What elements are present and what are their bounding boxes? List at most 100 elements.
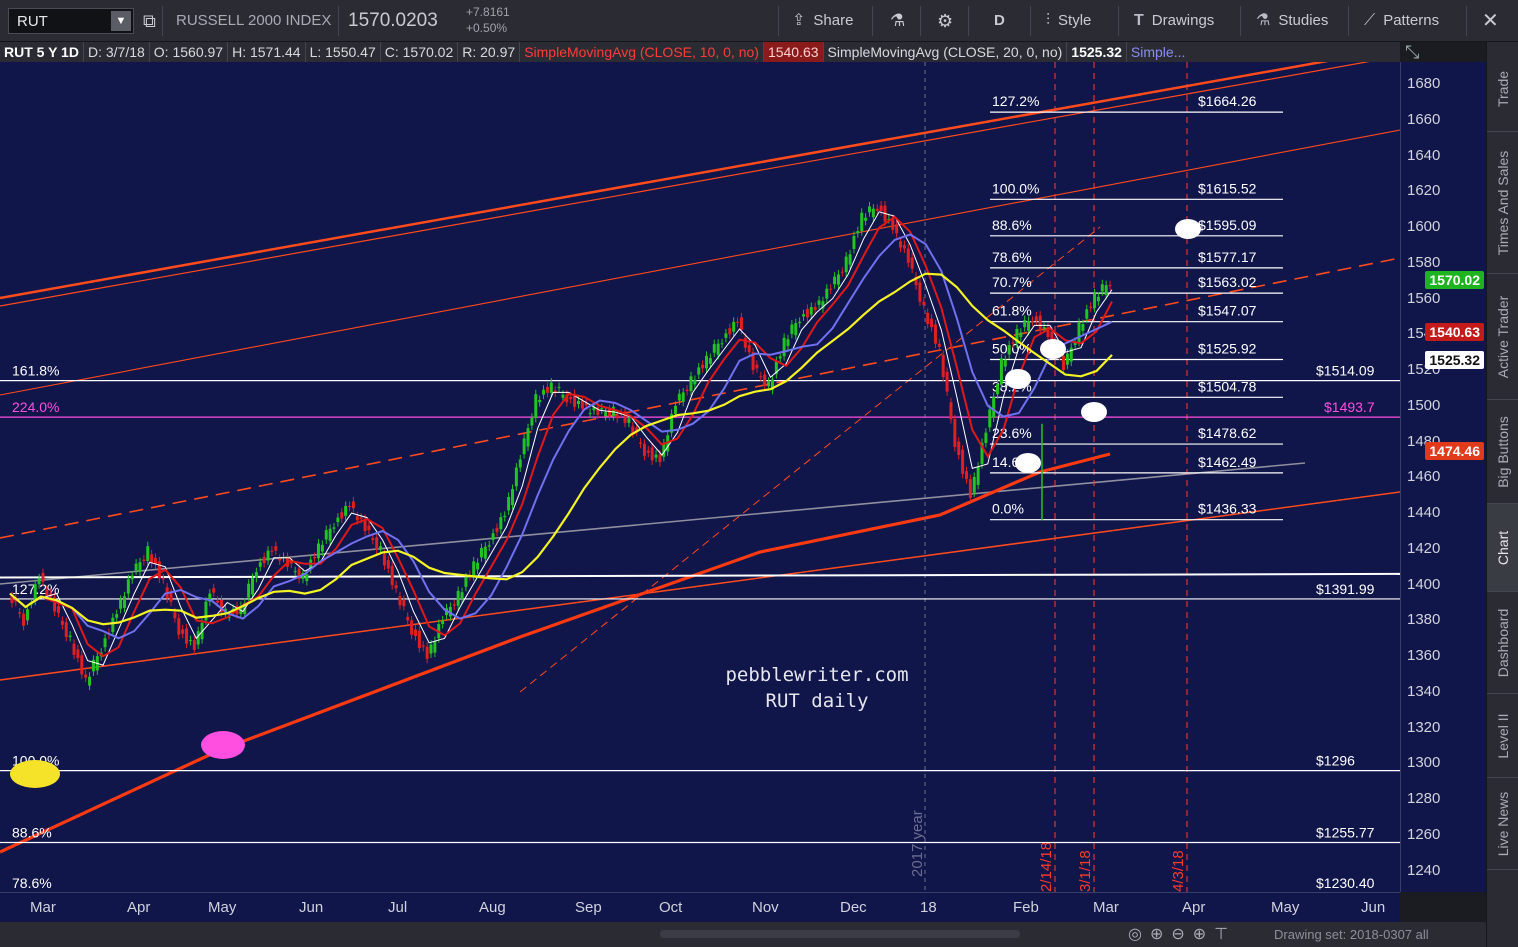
sma10-label[interactable]: SimpleMovingAvg (CLOSE, 10, 0, no)	[520, 42, 764, 62]
close-icon[interactable]: ✕	[1482, 0, 1499, 42]
candle-body	[817, 300, 821, 305]
candle-body	[805, 308, 809, 318]
sidebar-tab-label: Big Buttons	[1495, 415, 1511, 488]
candle-body	[119, 599, 123, 609]
candle-body	[545, 387, 549, 393]
time-tick-label: Jun	[299, 899, 324, 916]
candle-body	[1034, 316, 1038, 321]
candle-body	[375, 537, 379, 550]
period-button[interactable]: D	[994, 0, 1005, 42]
price-axis[interactable]: ⤡ 1680 1660 1640 1620 1600 1580 1560 1540 1520 15…	[1400, 42, 1486, 892]
candle-body	[313, 556, 317, 559]
candle-body	[328, 528, 332, 541]
candle-body	[262, 556, 266, 564]
candle-body	[895, 224, 899, 234]
sma20-label[interactable]: SimpleMovingAvg (CLOSE, 20, 0, no)	[824, 42, 1068, 62]
candle-body	[604, 412, 608, 417]
trading-app: RUT ▼ ⧉ RUSSELL 2000 INDEX 1570.0203 +7.…	[0, 0, 1518, 947]
share-button[interactable]: ⇪ Share	[792, 0, 853, 42]
sidebar-tab-level-ii[interactable]: Level II	[1487, 694, 1518, 778]
sidebar-tab-trade[interactable]: Trade	[1487, 46, 1518, 132]
candle-body	[320, 544, 324, 552]
fib-pct-label: 0.0%	[992, 501, 1024, 517]
candle-body	[293, 571, 297, 573]
patterns-button[interactable]: ⟋ Patterns	[1364, 0, 1439, 42]
flask-button[interactable]: ⚗	[890, 0, 905, 42]
chart-canvas[interactable]: 2/14/18 3/1/18 4/3/18 2017 year 127.2% $1664…	[0, 62, 1400, 892]
candle-body	[146, 546, 150, 561]
axis-scale-icon[interactable]: ⤡	[1405, 42, 1419, 63]
candle-body	[685, 389, 689, 392]
fib-long-price-label: $1493.7	[1324, 399, 1375, 415]
fib-price-label: $1577.17	[1198, 249, 1257, 265]
candle-body	[274, 546, 278, 551]
candle-body	[340, 512, 344, 519]
sidebar-tab-big-buttons[interactable]: Big Buttons	[1487, 400, 1518, 504]
time-tick-label: May	[208, 899, 237, 916]
candle-body	[212, 588, 216, 593]
drawing-set-label[interactable]: Drawing set: 2018-0307 all	[1274, 927, 1429, 942]
info-high: H: 1571.44	[228, 42, 306, 62]
candle-body	[499, 517, 503, 530]
price-chart[interactable]: 2/14/18 3/1/18 4/3/18 2017 year 127.2% $1664…	[0, 62, 1400, 892]
candle-body	[600, 408, 604, 410]
candle-body	[728, 328, 732, 335]
symbol-text: RUT	[17, 13, 48, 30]
fib-pct-label: 78.6%	[992, 249, 1032, 265]
price-tick-label: 1360	[1407, 647, 1441, 665]
time-scrollbar[interactable]	[660, 930, 1020, 938]
time-tick-label: Mar	[1093, 899, 1119, 916]
drawing-tools-icons[interactable]: ◎⊕⊖⊕⊤	[1128, 924, 1236, 944]
fib-pct-label: 100.0%	[992, 180, 1039, 196]
link-icon[interactable]: ⧉	[143, 0, 156, 42]
studies-button[interactable]: ⚗ Studies	[1256, 0, 1328, 42]
candle-body	[161, 578, 165, 580]
settings-button[interactable]: ⚙	[937, 0, 953, 42]
candle-body	[825, 288, 829, 299]
candle-body	[192, 640, 196, 650]
candle-body	[763, 374, 767, 387]
candle-body	[507, 497, 511, 511]
candle-body	[421, 645, 425, 647]
info-low: L: 1550.47	[306, 42, 381, 62]
candle-body	[899, 241, 903, 248]
candle-body	[1019, 332, 1023, 338]
candle-body	[755, 364, 759, 369]
candle-body	[650, 447, 654, 461]
symbol-input[interactable]: RUT ▼	[8, 8, 134, 34]
drawings-button[interactable]: T Drawings	[1134, 0, 1214, 42]
sidebar-tab-live-news[interactable]: Live News	[1487, 778, 1518, 870]
price-tick-label: 1560	[1407, 289, 1441, 307]
bottom-bar: ◎⊕⊖⊕⊤ Drawing set: 2018-0307 all	[0, 922, 1486, 947]
style-button[interactable]: ⫶ Style	[1046, 0, 1091, 42]
sidebar-tab-active-trader[interactable]: Active Trader	[1487, 274, 1518, 400]
candle-body	[747, 345, 751, 353]
time-axis[interactable]: Mar Apr May Jun Jul Aug Sep Oct Nov Dec 18 Feb Mar Ap…	[0, 892, 1400, 922]
candle-body	[949, 402, 953, 420]
sidebar-tab-dashboard[interactable]: Dashboard	[1487, 592, 1518, 694]
more-studies-label[interactable]: Simple...	[1127, 42, 1189, 62]
candle-body	[833, 276, 837, 285]
candle-body	[732, 321, 736, 332]
watermark: pebblewriter.com RUT daily	[722, 662, 912, 714]
sidebar-tab-times-and-sales[interactable]: Times And Sales	[1487, 132, 1518, 274]
channel-line	[0, 62, 1370, 307]
fib-price-label: $1436.33	[1198, 501, 1257, 517]
candle-body	[452, 604, 456, 606]
symbol-dropdown-icon[interactable]: ▼	[111, 11, 131, 31]
candle-body	[1085, 309, 1089, 319]
sma20-price-tag: 1525.32	[1425, 350, 1484, 369]
year-divider-label: 2017 year	[909, 810, 926, 877]
watermark-site: pebblewriter.com	[725, 664, 909, 686]
candle-body	[933, 324, 937, 344]
fib-pct-label: 127.2%	[992, 93, 1039, 109]
candle-body	[945, 371, 949, 392]
gear-icon: ⚙	[937, 11, 954, 31]
candle-body	[154, 557, 158, 565]
fib-pct-label: 70.7%	[992, 274, 1032, 290]
white-marker	[1175, 219, 1201, 239]
price-tick-label: 1680	[1407, 75, 1441, 92]
sidebar-tab-chart[interactable]: Chart	[1487, 504, 1518, 592]
price-tick-label: 1340	[1407, 682, 1441, 700]
share-icon: ⇪	[792, 12, 806, 29]
